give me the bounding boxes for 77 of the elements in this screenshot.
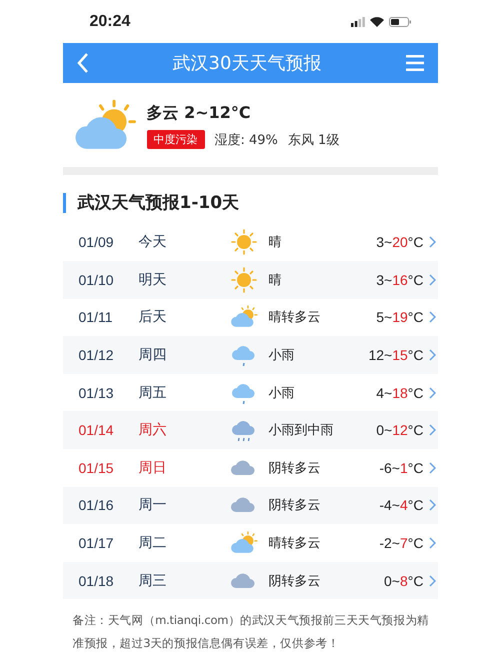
- forecast-date: 01/15: [78, 460, 115, 476]
- temperature-range: 3~16°C: [376, 272, 424, 288]
- forecast-row[interactable]: 01/12 周四 小雨 12~15°C: [62, 336, 438, 374]
- forecast-date: 01/12: [78, 346, 115, 363]
- forecast-date: 01/17: [78, 534, 115, 551]
- temperature-range: 5~19°C: [376, 309, 424, 326]
- temperature-range: 12~15°C: [368, 346, 424, 363]
- forecast-day: 周五: [138, 384, 218, 402]
- signal-icon: [350, 16, 364, 26]
- forecast-row[interactable]: 01/13 周五 小雨 4~18°C: [62, 374, 438, 412]
- footnote: 备注：天气网（m.tianqi.com）的武汉天气预报前三天天气预报为精准预报，超过3天的预报信息偶有误差，仅供参考！: [72, 612, 430, 652]
- forecast-day: 周二: [138, 534, 218, 552]
- forecast-day: 后天: [138, 308, 218, 326]
- back-icon[interactable]: [76, 52, 88, 74]
- forecast-row[interactable]: 01/09 今天 晴 3~20°C: [62, 223, 438, 261]
- forecast-row[interactable]: 01/10 明天 晴 3~16°C: [62, 260, 438, 299]
- forecast-day: 周六: [138, 421, 218, 440]
- weather-description: 阴转多云: [268, 458, 322, 477]
- forecast-date: 01/13: [78, 384, 115, 401]
- forecast-date: 01/14: [78, 422, 115, 438]
- chevron-icon: [428, 574, 436, 587]
- chevron-icon: [428, 424, 436, 436]
- sun-icon: [230, 228, 258, 256]
- section-title: 武汉天气预报1-10天: [62, 193, 438, 214]
- forecast-row[interactable]: 01/11 后天 晴转多云 5~19°C: [62, 298, 438, 336]
- forecast-day: 周四: [138, 346, 218, 364]
- forecast-day: 明天: [138, 270, 218, 289]
- page-title: 武汉30天天气预报: [172, 52, 322, 75]
- weather-description: 小雨到中雨: [268, 421, 334, 440]
- forecast-date: 01/11: [78, 309, 114, 326]
- temperature-range: -4~4°C: [379, 497, 424, 514]
- forecast-day: 今天: [138, 233, 218, 252]
- chevron-icon: [428, 499, 436, 512]
- current-weather: 多云 2~12°C: [146, 103, 252, 124]
- forecast-date: 01/09: [78, 234, 115, 250]
- battery-icon: [388, 16, 410, 26]
- chevron-icon: [428, 462, 436, 474]
- wifi-icon: [370, 16, 384, 26]
- weather-description: 小雨: [268, 346, 296, 364]
- forecast-date: 01/16: [78, 497, 115, 514]
- menu-icon[interactable]: [406, 55, 424, 71]
- forecast-day: 周日: [138, 458, 218, 477]
- forecast-row[interactable]: 01/15 周日 阴转多云 -6~1°C: [62, 448, 438, 487]
- weather-description: 晴: [268, 270, 282, 289]
- humidity: 湿度: 49%: [214, 132, 278, 149]
- chevron-icon: [428, 236, 436, 248]
- status-time: 20:24: [90, 12, 130, 30]
- chevron-icon: [428, 348, 436, 361]
- sun-icon: [230, 266, 258, 294]
- weather-description: 小雨: [268, 384, 296, 402]
- chevron-icon: [428, 274, 436, 286]
- weather-description: 阴转多云: [268, 572, 322, 590]
- weather-description: 阴转多云: [268, 496, 322, 514]
- air-quality-badge: 中度污染: [146, 130, 204, 150]
- sun-behind-cloud-icon: [230, 531, 258, 555]
- sun-behind-cloud-icon: [230, 305, 258, 330]
- temperature-range: 3~20°C: [376, 234, 424, 250]
- temperature-range: 4~18°C: [376, 384, 424, 401]
- temperature-range: 0~8°C: [384, 572, 424, 589]
- forecast-date: 01/10: [78, 272, 115, 288]
- weather-description: 晴: [268, 233, 282, 252]
- chevron-icon: [428, 536, 436, 549]
- forecast-row[interactable]: 01/17 周二 晴转多云 -2~7°C: [62, 524, 438, 562]
- chevron-icon: [428, 386, 436, 399]
- forecast-day: 周一: [138, 496, 218, 514]
- forecast-row[interactable]: 01/14 周六 小雨到中雨 0~12°C: [62, 411, 438, 449]
- temperature-range: -2~7°C: [379, 534, 424, 551]
- weather-description: 晴转多云: [268, 534, 322, 552]
- forecast-row[interactable]: 01/18 周三 阴转多云 0~8°C: [62, 562, 438, 600]
- wind: 东风 1级: [288, 132, 340, 149]
- forecast-date: 01/18: [78, 572, 115, 589]
- forecast-row[interactable]: 01/16 周一 阴转多云 -4~4°C: [62, 486, 438, 524]
- forecast-day: 周三: [138, 572, 218, 590]
- weather-description: 晴转多云: [268, 308, 322, 326]
- chevron-icon: [428, 311, 436, 324]
- temperature-range: 0~12°C: [376, 422, 424, 438]
- temperature-range: -6~1°C: [379, 460, 424, 476]
